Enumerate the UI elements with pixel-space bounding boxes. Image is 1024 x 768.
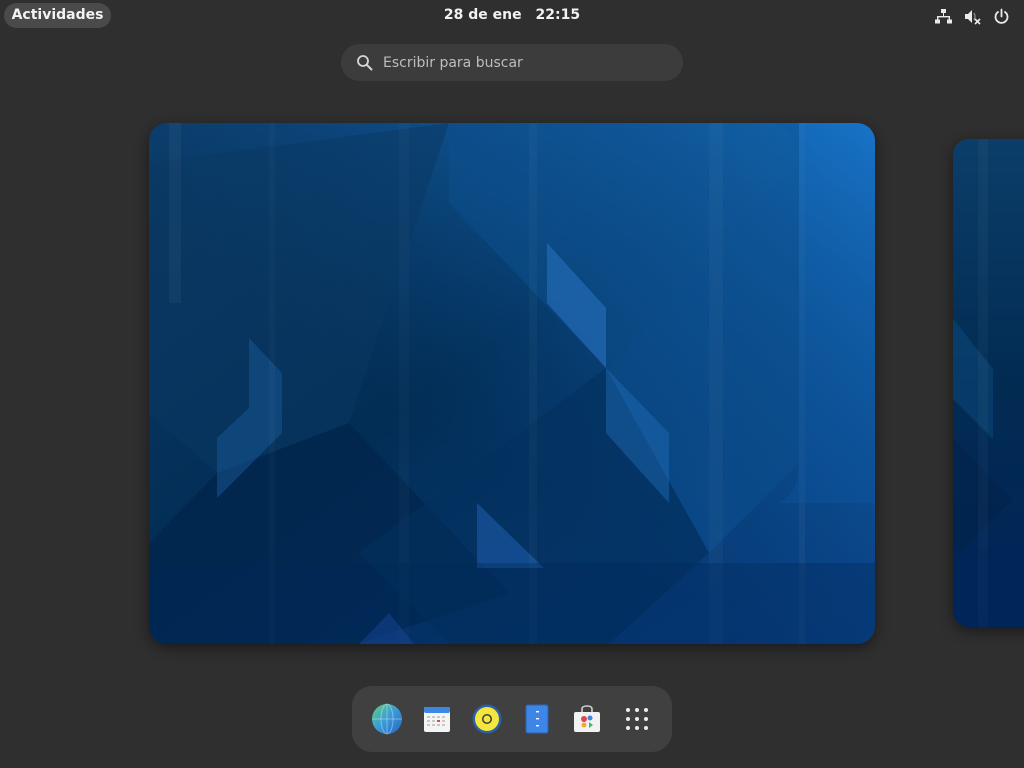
network-wired-icon[interactable] xyxy=(935,8,952,25)
search-icon xyxy=(357,55,373,71)
wallpaper-next xyxy=(953,139,1024,627)
wallpaper xyxy=(149,123,875,644)
activities-button[interactable]: Actividades xyxy=(4,3,111,28)
browser-globe-icon xyxy=(372,703,402,735)
date-time-menu[interactable]: 28 de ene 22:15 xyxy=(412,3,612,28)
dash xyxy=(352,686,672,752)
text-editor-icon xyxy=(525,704,549,734)
dash-app-calendar[interactable] xyxy=(419,701,455,737)
music-player-icon xyxy=(472,704,502,734)
show-apps-grid-icon xyxy=(626,708,648,730)
system-tray[interactable] xyxy=(935,6,1010,26)
search-input[interactable] xyxy=(383,44,663,81)
calendar-icon xyxy=(424,707,450,732)
dash-app-music[interactable] xyxy=(469,701,505,737)
power-icon[interactable] xyxy=(993,8,1010,25)
software-store-icon xyxy=(574,705,600,732)
top-bar: Actividades 28 de ene 22:15 xyxy=(0,0,1024,32)
show-apps-button[interactable] xyxy=(619,701,655,737)
time-label: 22:15 xyxy=(535,7,581,23)
dash-app-software[interactable] xyxy=(569,701,605,737)
desktop-overview: Actividades 28 de ene 22:15 xyxy=(0,0,1024,768)
audio-volume-muted-icon[interactable] xyxy=(964,8,981,25)
workspace-thumbnail-next[interactable] xyxy=(953,139,1024,627)
workspace-thumbnail-current[interactable] xyxy=(149,123,875,644)
date-label: 28 de ene xyxy=(443,7,522,23)
search-entry[interactable] xyxy=(341,44,683,81)
dash-app-browser[interactable] xyxy=(369,701,405,737)
dash-app-text-editor[interactable] xyxy=(519,701,555,737)
